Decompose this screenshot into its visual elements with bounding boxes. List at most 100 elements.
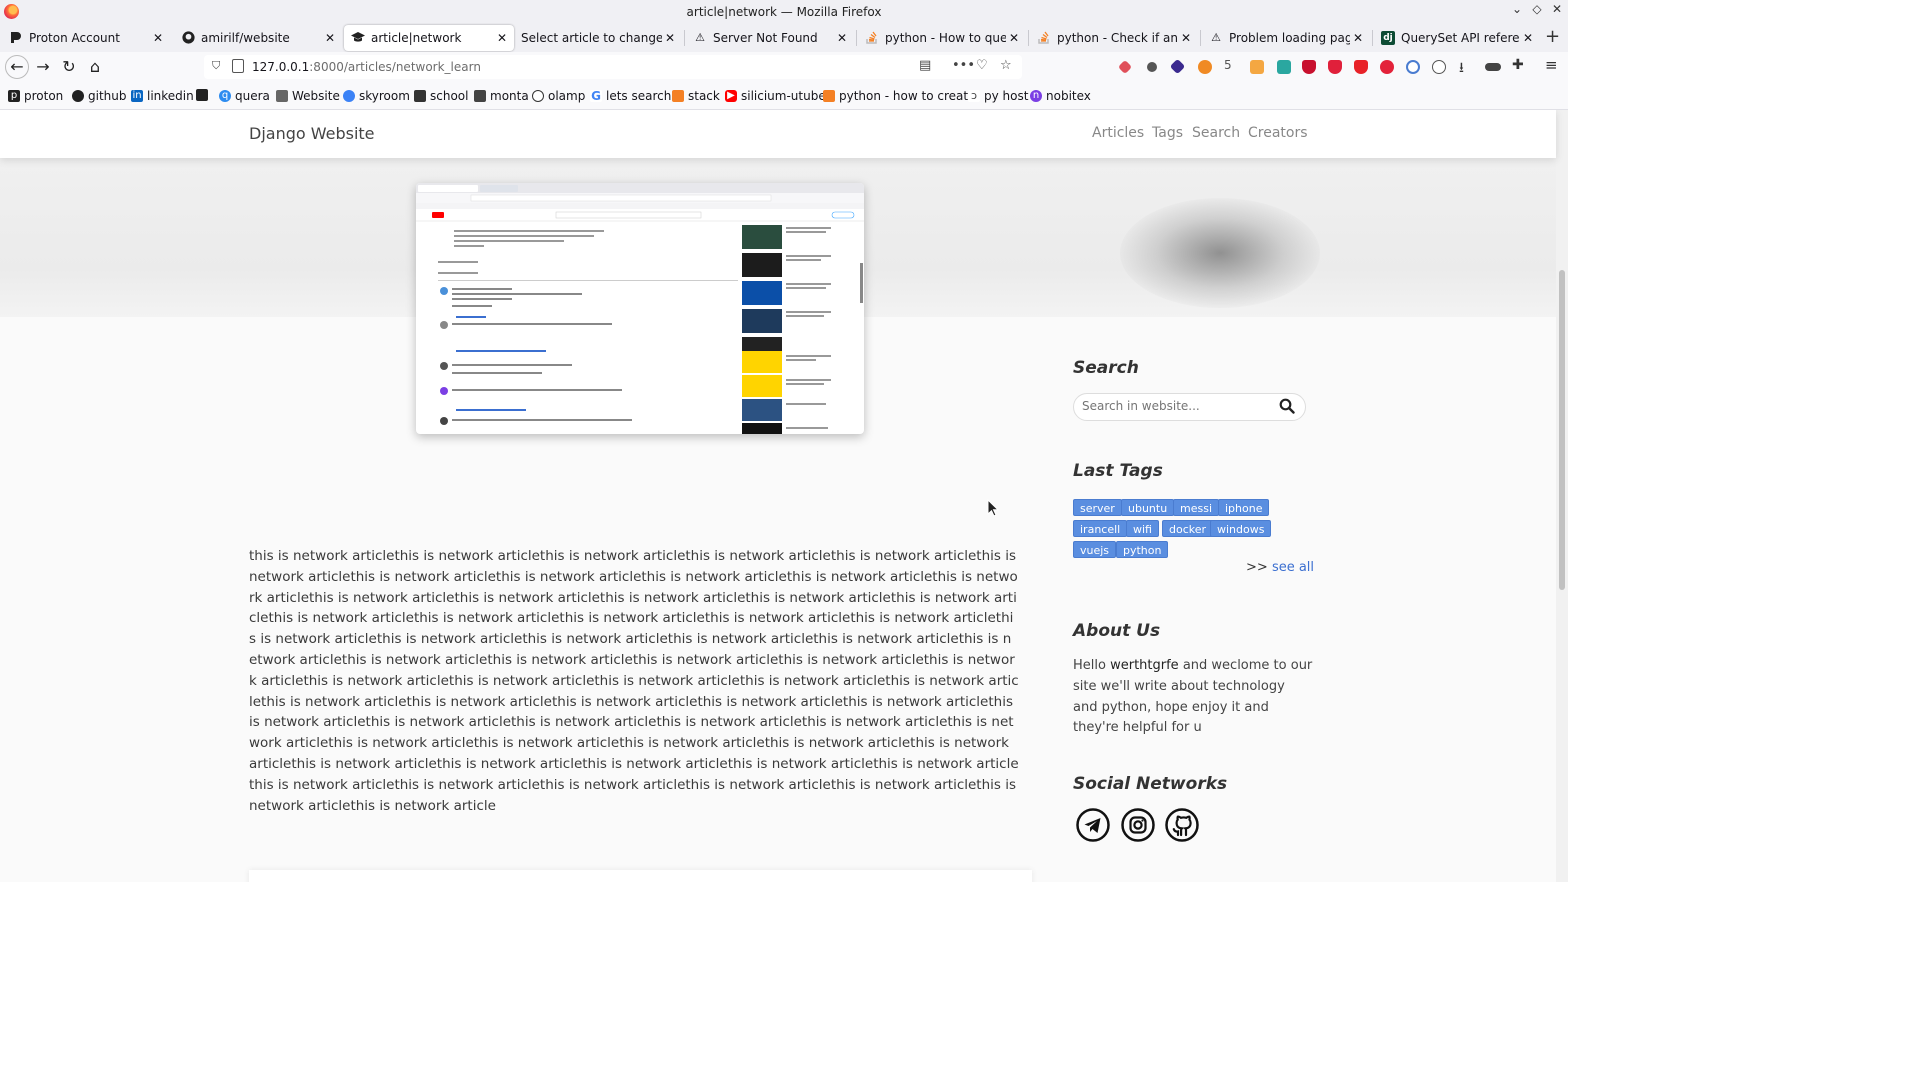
pocket-icon[interactable]: ♡: [976, 58, 988, 73]
new-tab-button[interactable]: +: [1545, 28, 1560, 46]
extension-red-circle-icon[interactable]: [1380, 60, 1394, 74]
close-tab-icon[interactable]: ✕: [1520, 31, 1536, 45]
bookmark-school-cap[interactable]: [196, 89, 212, 101]
search-input[interactable]: [1082, 399, 1272, 413]
tag-python[interactable]: python: [1116, 541, 1169, 558]
extension-blue-circle-icon[interactable]: [1406, 60, 1420, 74]
extension-orange-icon[interactable]: [1198, 60, 1212, 74]
tab-select-article[interactable]: Select article to change | D ✕: [514, 25, 682, 51]
close-tab-icon[interactable]: ✕: [150, 31, 166, 45]
bookmark-silicium-utube[interactable]: ▶ silicium-utube: [725, 89, 826, 103]
tag-ubuntu[interactable]: ubuntu: [1121, 499, 1175, 516]
search-icon[interactable]: [1279, 398, 1295, 414]
stackoverflow-icon: [1037, 31, 1051, 45]
tag-server[interactable]: server: [1073, 499, 1122, 516]
url-bar[interactable]: ⛉ 127.0.0.1:8000/articles/network_learn …: [204, 55, 1022, 79]
close-tab-icon[interactable]: ✕: [1006, 31, 1022, 45]
extension-teal-icon[interactable]: [1277, 60, 1291, 74]
see-all-link[interactable]: see all: [1272, 560, 1314, 575]
nav-search[interactable]: Search: [1192, 125, 1240, 141]
stackoverflow-icon: [823, 90, 835, 102]
tab-python-check[interactable]: python - Check if an obj ✕: [1030, 25, 1198, 51]
tab-proton-account[interactable]: Proton Account ✕: [2, 25, 170, 51]
tag-irancell[interactable]: irancell: [1073, 520, 1128, 537]
bookmark-proton[interactable]: p proton: [8, 89, 63, 103]
bookmark-linkedin[interactable]: in linkedin: [131, 89, 194, 103]
telegram-icon[interactable]: [1076, 808, 1110, 842]
page-scrollbar[interactable]: [1556, 110, 1568, 882]
bookmark-label: github: [88, 89, 127, 103]
bookmark-python-create[interactable]: python - how to creat...: [823, 89, 980, 103]
bookmark-github[interactable]: github: [72, 89, 126, 103]
quera-icon: q: [219, 90, 231, 102]
nav-tags[interactable]: Tags: [1152, 125, 1183, 141]
close-tab-icon[interactable]: ✕: [1350, 31, 1366, 45]
extension-shield-icon[interactable]: [1354, 60, 1368, 74]
bookmark-lets-search[interactable]: Glets search: [590, 89, 671, 103]
tag-vuejs[interactable]: vuejs: [1073, 541, 1117, 558]
tab-server-not-found[interactable]: ⚠ Server Not Found ✕: [686, 25, 854, 51]
forward-button[interactable]: →: [32, 56, 54, 78]
bookmark-stack[interactable]: stack: [672, 89, 720, 103]
tag-docker[interactable]: docker: [1162, 520, 1214, 537]
maximize-icon[interactable]: ◇: [1528, 2, 1546, 16]
close-window-icon[interactable]: ✕: [1548, 2, 1566, 16]
instagram-icon[interactable]: [1121, 808, 1155, 842]
reader-view-icon[interactable]: ▤: [919, 58, 931, 73]
history-icon[interactable]: [1432, 60, 1446, 74]
reload-button[interactable]: ↻: [58, 56, 80, 78]
bookmark-quera[interactable]: q quera: [219, 89, 270, 103]
extension-puzzle-orange-icon[interactable]: [1250, 60, 1264, 74]
home-button[interactable]: ⌂: [84, 56, 106, 78]
tab-python-query[interactable]: python - How to query D ✕: [858, 25, 1026, 51]
page-info-icon[interactable]: [232, 59, 244, 73]
hamburger-menu-icon[interactable]: ≡: [1545, 56, 1559, 74]
bookmark-star-icon[interactable]: ☆: [1000, 58, 1012, 73]
extension-5-icon[interactable]: 5: [1224, 58, 1238, 72]
bookmark-website[interactable]: Website: [276, 89, 340, 103]
back-button[interactable]: ←: [5, 55, 29, 79]
extensions-puzzle-icon[interactable]: ✚: [1512, 57, 1526, 73]
extension-diamond-icon[interactable]: [1169, 58, 1186, 75]
close-tab-icon[interactable]: ✕: [662, 31, 678, 45]
extension-mask-icon[interactable]: [1147, 62, 1157, 72]
bookmark-nobitex[interactable]: n nobitex: [1030, 89, 1091, 103]
bookmark-monta[interactable]: monta: [474, 89, 529, 103]
shield-icon[interactable]: ⛉: [212, 59, 220, 73]
tag-messi[interactable]: messi: [1173, 499, 1220, 516]
search-form: [1073, 393, 1306, 421]
ublock-icon[interactable]: [1302, 60, 1316, 74]
tab-problem-loading[interactable]: ⚠ Problem loading page ✕: [1202, 25, 1370, 51]
proton-icon: p: [8, 90, 20, 102]
bookmark-school[interactable]: school: [414, 89, 468, 103]
bookmark-py-host[interactable]: ↄ py host: [968, 89, 1028, 103]
tag-wifi[interactable]: wifi: [1126, 520, 1159, 537]
extension-glasses-icon[interactable]: [1485, 63, 1501, 71]
tab-article-network[interactable]: article|network ✕: [344, 25, 514, 51]
close-tab-icon[interactable]: ✕: [834, 31, 850, 45]
site-brand[interactable]: Django Website: [249, 124, 375, 143]
github-icon[interactable]: [1165, 808, 1199, 842]
url-text[interactable]: 127.0.0.1:8000/articles/network_learn: [252, 60, 481, 74]
home-icon: ⌂: [89, 57, 101, 76]
reload-icon: ↻: [62, 57, 76, 76]
nav-articles[interactable]: Articles: [1092, 125, 1144, 141]
tag-iphone[interactable]: iphone: [1218, 499, 1270, 516]
close-tab-icon[interactable]: ✕: [1178, 31, 1194, 45]
extension-shield-red-icon[interactable]: [1328, 60, 1342, 74]
see-all-tags: >> see all: [1246, 560, 1314, 575]
close-tab-icon[interactable]: ✕: [322, 31, 338, 45]
tab-github[interactable]: amirilf/website ✕: [174, 25, 342, 51]
tag-windows[interactable]: windows: [1210, 520, 1272, 537]
minimize-icon[interactable]: ⌄: [1508, 2, 1526, 16]
extension-eraser-icon[interactable]: [1117, 59, 1133, 75]
tab-queryset-api[interactable]: dj QuerySet API reference ✕: [1374, 25, 1540, 51]
nav-creators[interactable]: Creators: [1248, 125, 1308, 141]
scrollbar-thumb[interactable]: [1559, 270, 1565, 590]
close-tab-icon[interactable]: ✕: [494, 31, 510, 45]
hero-blurred-image: [1120, 198, 1320, 308]
bookmark-skyroom[interactable]: skyroom: [343, 89, 410, 103]
download-icon[interactable]: ⭳: [1459, 57, 1473, 76]
bookmark-olamp[interactable]: olamp: [532, 89, 585, 103]
more-actions-icon[interactable]: •••: [952, 58, 975, 73]
